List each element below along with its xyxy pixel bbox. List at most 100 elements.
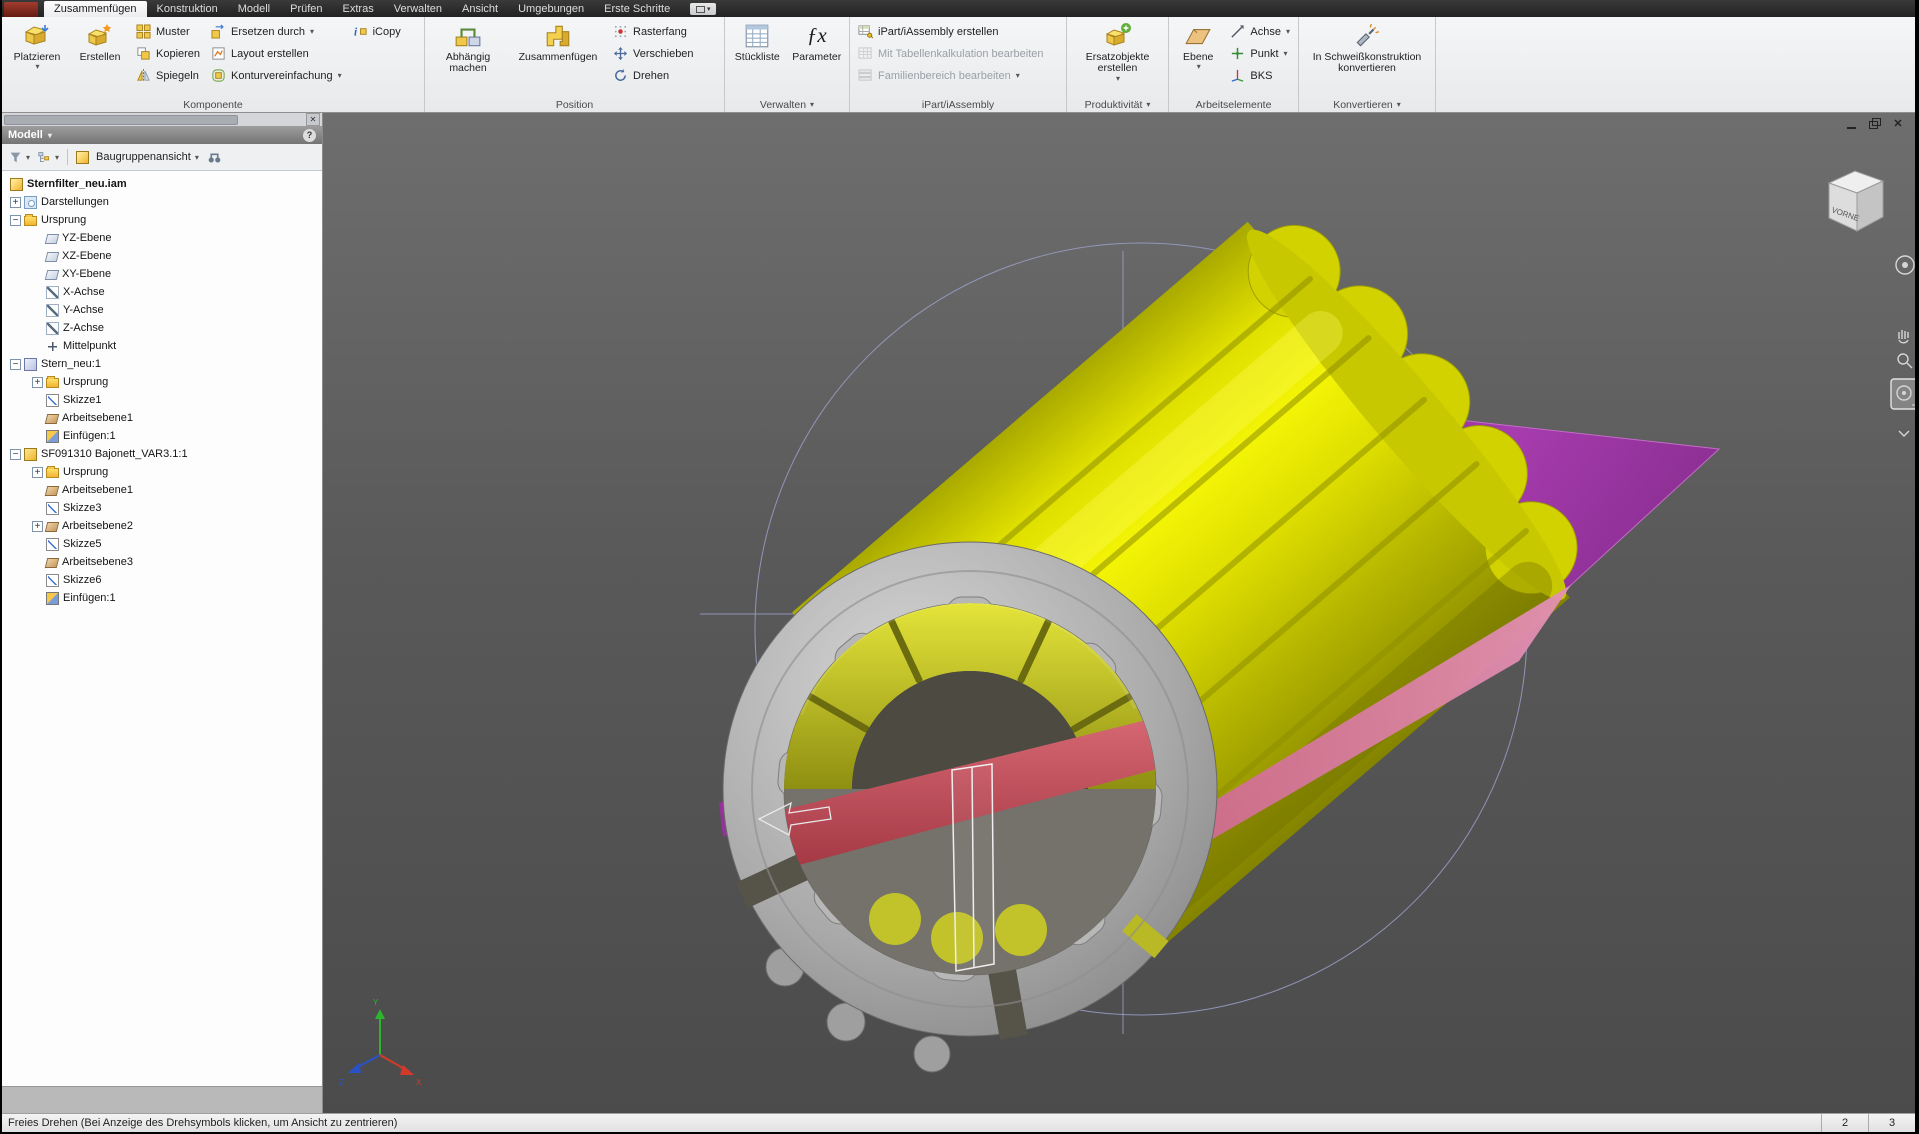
tree-item-stern-neu-1[interactable]: −Stern_neu:1	[2, 355, 322, 373]
orbit-icon[interactable]	[1891, 379, 1915, 409]
browser-view-mode-select[interactable]: Baugruppenansicht ▾	[73, 150, 202, 165]
application-menu-button[interactable]	[4, 2, 38, 17]
browser-search-button[interactable]	[204, 150, 225, 165]
tree-item-arbeitsebene3[interactable]: Arbeitsebene3	[2, 553, 322, 571]
tree-item-skizze3[interactable]: Skizze3	[2, 499, 322, 517]
help-icon[interactable]: ?	[303, 129, 316, 142]
tree-item-yz-ebene[interactable]: YZ-Ebene	[2, 229, 322, 247]
ersatzobjekte-button[interactable]: Ersatzobjekte erstellen ▾	[1071, 19, 1164, 83]
ribbon-group-label-verwalten[interactable]: Verwalten▾	[725, 97, 849, 112]
tabellenkalkulation-button[interactable]: Mit Tabellenkalkulation bearbeiten	[854, 43, 1048, 64]
close-window-icon[interactable]: ✕	[1891, 118, 1905, 130]
layout-erstellen-button[interactable]: Layout erstellen	[207, 43, 346, 64]
tree-item-arbeitsebene1[interactable]: Arbeitsebene1	[2, 409, 322, 427]
konturvereinfachung-button[interactable]: Konturvereinfachung ▾	[207, 65, 346, 86]
tree-item-skizze1[interactable]: Skizze1	[2, 391, 322, 409]
tree-item-skizze6[interactable]: Skizze6	[2, 571, 322, 589]
ribbon-tab-zusammenf-gen[interactable]: Zusammenfügen	[44, 1, 147, 17]
tree-item-sf091310-bajonett-var3-1-1[interactable]: −SF091310 Bajonett_VAR3.1:1	[2, 445, 322, 463]
achse-button[interactable]: Achse ▾	[1226, 21, 1294, 42]
kopieren-button[interactable]: Kopieren	[132, 43, 204, 64]
tree-expander-icon[interactable]: +	[32, 521, 43, 532]
ribbon-group-label-arbeitselemente[interactable]: Arbeitselemente	[1169, 97, 1298, 112]
ribbon-tab-verwalten[interactable]: Verwalten	[384, 1, 452, 17]
tree-expander-icon[interactable]: −	[10, 215, 21, 226]
schweisskonstruktion-button[interactable]: In Schweißkonstruktion konvertieren	[1303, 19, 1431, 75]
tree-expander-icon[interactable]: +	[10, 197, 21, 208]
browser-display-options-button[interactable]: ▾	[35, 150, 62, 165]
tree-item-sternfilter-neu-iam[interactable]: Sternfilter_neu.iam	[2, 175, 322, 193]
abhaengig-machen-button[interactable]: Abhängig machen	[429, 19, 507, 75]
tree-expander-icon[interactable]: −	[10, 449, 21, 460]
verschieben-button[interactable]: Verschieben	[609, 43, 698, 64]
tree-item-arbeitsebene1[interactable]: Arbeitsebene1	[2, 481, 322, 499]
drehen-button[interactable]: Drehen	[609, 65, 698, 86]
ribbon-tab-erste-schritte[interactable]: Erste Schritte	[594, 1, 680, 17]
pan-hand-icon[interactable]	[1899, 330, 1908, 343]
tree-item-z-achse[interactable]: Z-Achse	[2, 319, 322, 337]
tree-item-darstellungen[interactable]: +Darstellungen	[2, 193, 322, 211]
punkt-button[interactable]: Punkt ▾	[1226, 43, 1294, 64]
ribbon-display-toggle[interactable]: ▾	[690, 3, 716, 15]
bks-button[interactable]: BKS	[1226, 65, 1294, 86]
status-count-occurrences: 2	[1821, 1114, 1868, 1132]
familienbereich-button[interactable]: Familienbereich bearbeiten ▾	[854, 65, 1024, 86]
ebene-button[interactable]: Ebene ▾	[1173, 19, 1223, 72]
restore-window-icon[interactable]	[1868, 118, 1882, 130]
parameter-button[interactable]: ƒx Parameter	[789, 19, 846, 63]
tree-item-ursprung[interactable]: +Ursprung	[2, 463, 322, 481]
minimize-window-icon[interactable]	[1845, 118, 1859, 130]
viewcube[interactable]: VORNE	[1829, 171, 1883, 231]
tree-expander-icon[interactable]: −	[10, 359, 21, 370]
status-message: Freies Drehen (Bei Anzeige des Drehsymbo…	[2, 1117, 1821, 1129]
ribbon-group-label-position[interactable]: Position	[425, 97, 724, 112]
tree-item-mittelpunkt[interactable]: Mittelpunkt	[2, 337, 322, 355]
workplane-icon	[45, 558, 59, 568]
browser-filter-button[interactable]: ▾	[6, 150, 33, 165]
panel-close-icon[interactable]: ✕	[306, 113, 320, 126]
tree-item-einf-gen-1[interactable]: Einfügen:1	[2, 427, 322, 445]
ribbon-group-label-ipart[interactable]: iPart/iAssembly	[850, 97, 1066, 112]
tree-item-ursprung[interactable]: +Ursprung	[2, 373, 322, 391]
browser-panel-header[interactable]: Modell ▾ ?	[2, 126, 322, 144]
platzieren-button[interactable]: Platzieren ▾	[6, 19, 68, 72]
stueckliste-button[interactable]: Stückliste	[729, 19, 786, 63]
rasterfang-button[interactable]: Rasterfang	[609, 21, 698, 42]
spiegeln-button[interactable]: Spiegeln	[132, 65, 204, 86]
tree-item-x-achse[interactable]: X-Achse	[2, 283, 322, 301]
tree-item-xz-ebene[interactable]: XZ-Ebene	[2, 247, 322, 265]
browser-scrollbar-thumb[interactable]	[4, 115, 238, 125]
tree-item-xy-ebene[interactable]: XY-Ebene	[2, 265, 322, 283]
workplane-indicator[interactable]	[952, 764, 994, 971]
tree-item-ursprung[interactable]: −Ursprung	[2, 211, 322, 229]
ipart-erstellen-button[interactable]: iPart/iAssembly erstellen	[854, 21, 1002, 42]
ribbon-tab-extras[interactable]: Extras	[333, 1, 384, 17]
ribbon-tab-ansicht[interactable]: Ansicht	[452, 1, 508, 17]
ribbon-group-label-komponente[interactable]: Komponente	[2, 97, 424, 112]
ribbon-tab-konstruktion[interactable]: Konstruktion	[147, 1, 228, 17]
ribbon-group-label-produktivitaet[interactable]: Produktivität▾	[1067, 97, 1168, 112]
ribbon-group-label-konvertieren[interactable]: Konvertieren▾	[1299, 97, 1435, 112]
drehen-label: Drehen	[633, 70, 669, 82]
erstellen-button[interactable]: Erstellen	[71, 19, 129, 63]
tree-item-einf-gen-1[interactable]: Einfügen:1	[2, 589, 322, 607]
steering-wheel-icon[interactable]	[1896, 256, 1914, 274]
navbar-chevron-icon[interactable]	[1899, 431, 1909, 436]
icopy-button[interactable]: i iCopy	[349, 21, 405, 42]
tree-item-y-achse[interactable]: Y-Achse	[2, 301, 322, 319]
ersetzen-durch-button[interactable]: Ersetzen durch ▾	[207, 21, 346, 42]
tree-expander-icon[interactable]: +	[32, 467, 43, 478]
funnel-icon	[9, 151, 22, 164]
zusammenfuegen-button[interactable]: Zusammenfügen	[510, 19, 606, 63]
ribbon-tab-modell[interactable]: Modell	[228, 1, 280, 17]
tree-item-skizze5[interactable]: Skizze5	[2, 535, 322, 553]
tree-expander-icon[interactable]: +	[32, 377, 43, 388]
graphics-viewport[interactable]: VORNE Y X Z	[323, 113, 1915, 1113]
ribbon-tab-pr-fen[interactable]: Prüfen	[280, 1, 332, 17]
ribbon-tab-umgebungen[interactable]: Umgebungen	[508, 1, 594, 17]
zoom-icon[interactable]	[1898, 354, 1912, 368]
muster-button[interactable]: Muster	[132, 21, 204, 42]
tree-item-arbeitsebene2[interactable]: +Arbeitsebene2	[2, 517, 322, 535]
plane-icon	[45, 270, 59, 280]
replace-icon	[211, 24, 227, 40]
